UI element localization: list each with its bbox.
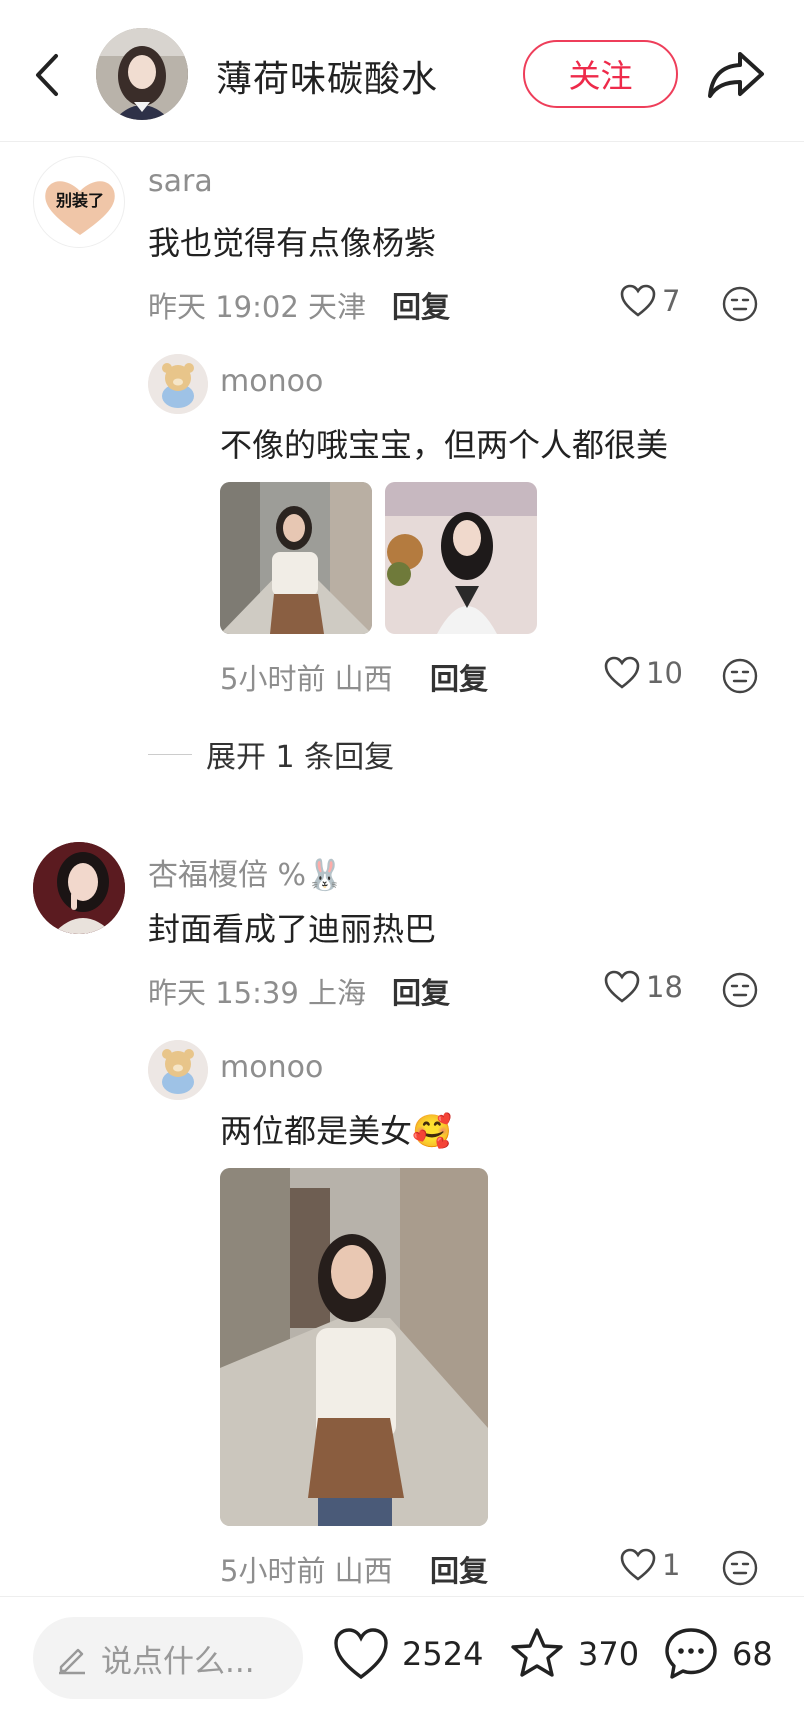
like-button[interactable]: 7	[620, 284, 680, 318]
author-avatar[interactable]	[96, 28, 188, 120]
comment-input[interactable]: 说点什么...	[33, 1617, 303, 1699]
heart-icon	[604, 970, 640, 1003]
like-button[interactable]: 1	[620, 1548, 680, 1582]
reply-meta: 5小时前 山西	[220, 1554, 393, 1588]
post-comment-count: 68	[732, 1635, 773, 1673]
face-icon[interactable]	[722, 286, 758, 322]
top-bar: 薄荷味碳酸水 关注	[0, 0, 804, 142]
reply-text[interactable]: 两位都是美女🥰	[220, 1106, 452, 1152]
face-icon[interactable]	[722, 972, 758, 1008]
post-collect-count: 370	[578, 1635, 640, 1673]
like-count: 7	[662, 284, 681, 318]
heart-icon	[604, 656, 640, 689]
share-icon[interactable]	[706, 46, 766, 102]
comment-text[interactable]: 封面看成了迪丽热巴	[148, 904, 436, 950]
comment-bubble-icon	[665, 1628, 717, 1679]
reply-button[interactable]: 回复	[430, 1548, 488, 1590]
reply-image[interactable]	[385, 482, 537, 634]
avatar[interactable]	[33, 842, 125, 934]
reply-button[interactable]: 回复	[392, 284, 450, 326]
post-collect-button[interactable]: 370	[508, 1625, 639, 1683]
heart-icon	[334, 1628, 388, 1680]
post-like-button[interactable]: 2524	[332, 1625, 483, 1683]
expand-replies-button[interactable]: 展开 1 条回复	[148, 732, 394, 776]
heart-icon	[620, 1548, 656, 1581]
reply-username[interactable]: monoo	[220, 364, 323, 399]
expand-replies-label: 展开 1 条回复	[206, 740, 395, 775]
back-icon[interactable]	[28, 50, 68, 100]
reply-image[interactable]	[220, 1168, 488, 1526]
star-icon	[511, 1628, 563, 1677]
comment-username[interactable]: 杏福榎倍 %🐰	[148, 850, 343, 894]
like-button[interactable]: 18	[604, 970, 683, 1004]
divider	[148, 753, 192, 755]
author-name[interactable]: 薄荷味碳酸水	[216, 50, 438, 102]
like-count: 18	[646, 970, 683, 1004]
reply-image[interactable]	[220, 482, 372, 634]
comment-text[interactable]: 我也觉得有点像杨紫	[148, 218, 436, 264]
pencil-icon	[59, 1648, 85, 1675]
face-icon[interactable]	[722, 1550, 758, 1586]
comment-input-placeholder: 说点什么...	[101, 1643, 255, 1680]
comment-meta: 昨天 19:02 天津	[148, 290, 367, 324]
bottom-action-bar: 说点什么... 2524 370 68	[0, 1596, 804, 1721]
avatar[interactable]: 别装了	[33, 156, 125, 248]
reply-button[interactable]: 回复	[392, 970, 450, 1012]
reply-username[interactable]: monoo	[220, 1050, 323, 1085]
follow-button[interactable]: 关注	[523, 40, 678, 108]
reply-meta: 5小时前 山西	[220, 662, 393, 696]
heart-icon	[620, 284, 656, 317]
like-count: 10	[646, 656, 683, 690]
post-comment-button[interactable]: 68	[662, 1625, 773, 1683]
like-count: 1	[662, 1548, 681, 1582]
reply-button[interactable]: 回复	[430, 656, 488, 698]
avatar[interactable]	[148, 354, 208, 414]
comment-meta: 昨天 15:39 上海	[148, 976, 367, 1010]
post-like-count: 2524	[402, 1635, 484, 1673]
face-icon[interactable]	[722, 658, 758, 694]
comment-username[interactable]: sara	[148, 164, 213, 199]
avatar[interactable]	[148, 1040, 208, 1100]
like-button[interactable]: 10	[604, 656, 683, 690]
reply-text[interactable]: 不像的哦宝宝，但两个人都很美	[220, 420, 668, 466]
avatar-text: 别装了	[55, 191, 104, 210]
